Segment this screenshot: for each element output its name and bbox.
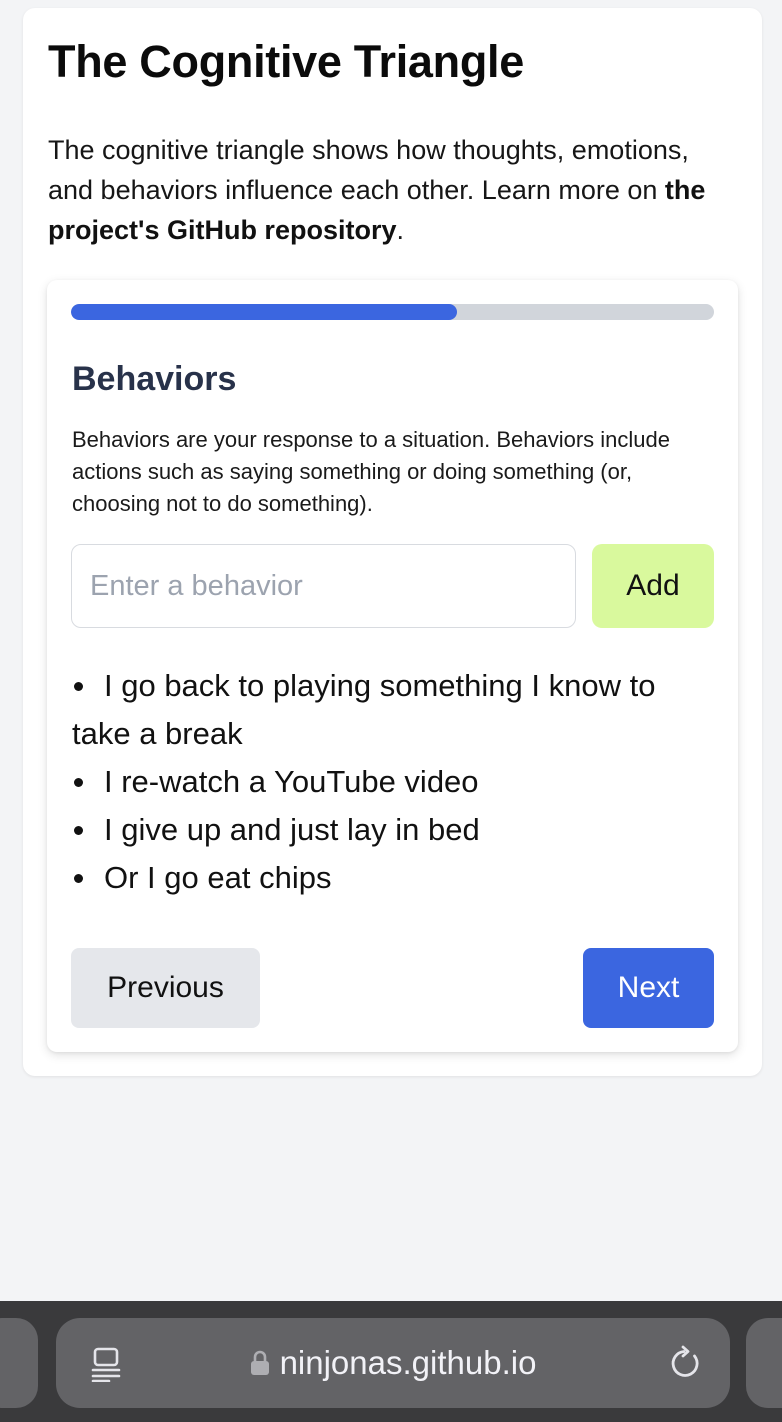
intro-end: . (396, 215, 404, 245)
behavior-input[interactable] (71, 544, 576, 628)
progress-fill (71, 304, 457, 320)
list-item: I re-watch a YouTube video (72, 758, 712, 806)
url-text: ninjonas.github.io (279, 1344, 537, 1381)
intro-paragraph: The cognitive triangle shows how thought… (48, 130, 738, 250)
address-bar[interactable]: ninjonas.github.io (56, 1318, 730, 1408)
behavior-list: I go back to playing something I know to… (72, 662, 712, 902)
previous-tab[interactable] (0, 1318, 38, 1408)
list-item: I give up and just lay in bed (72, 806, 712, 854)
lock-icon (250, 1350, 269, 1375)
browser-toolbar: ninjonas.github.io (0, 1301, 782, 1422)
progress-bar (71, 304, 714, 320)
add-button[interactable]: Add (592, 544, 714, 628)
section-heading: Behaviors (72, 360, 237, 398)
intro-text: The cognitive triangle shows how thought… (48, 135, 689, 205)
previous-button[interactable]: Previous (71, 948, 260, 1028)
reload-icon[interactable] (668, 1345, 704, 1381)
section-description: Behaviors are your response to a situati… (72, 427, 671, 516)
list-item: I go back to playing something I know to… (72, 662, 712, 758)
next-button[interactable]: Next (583, 948, 714, 1028)
next-tab[interactable] (746, 1318, 782, 1408)
page-title: The Cognitive Triangle (48, 36, 524, 87)
list-item: Or I go eat chips (72, 854, 712, 902)
url-display[interactable]: ninjonas.github.io (56, 1318, 730, 1408)
